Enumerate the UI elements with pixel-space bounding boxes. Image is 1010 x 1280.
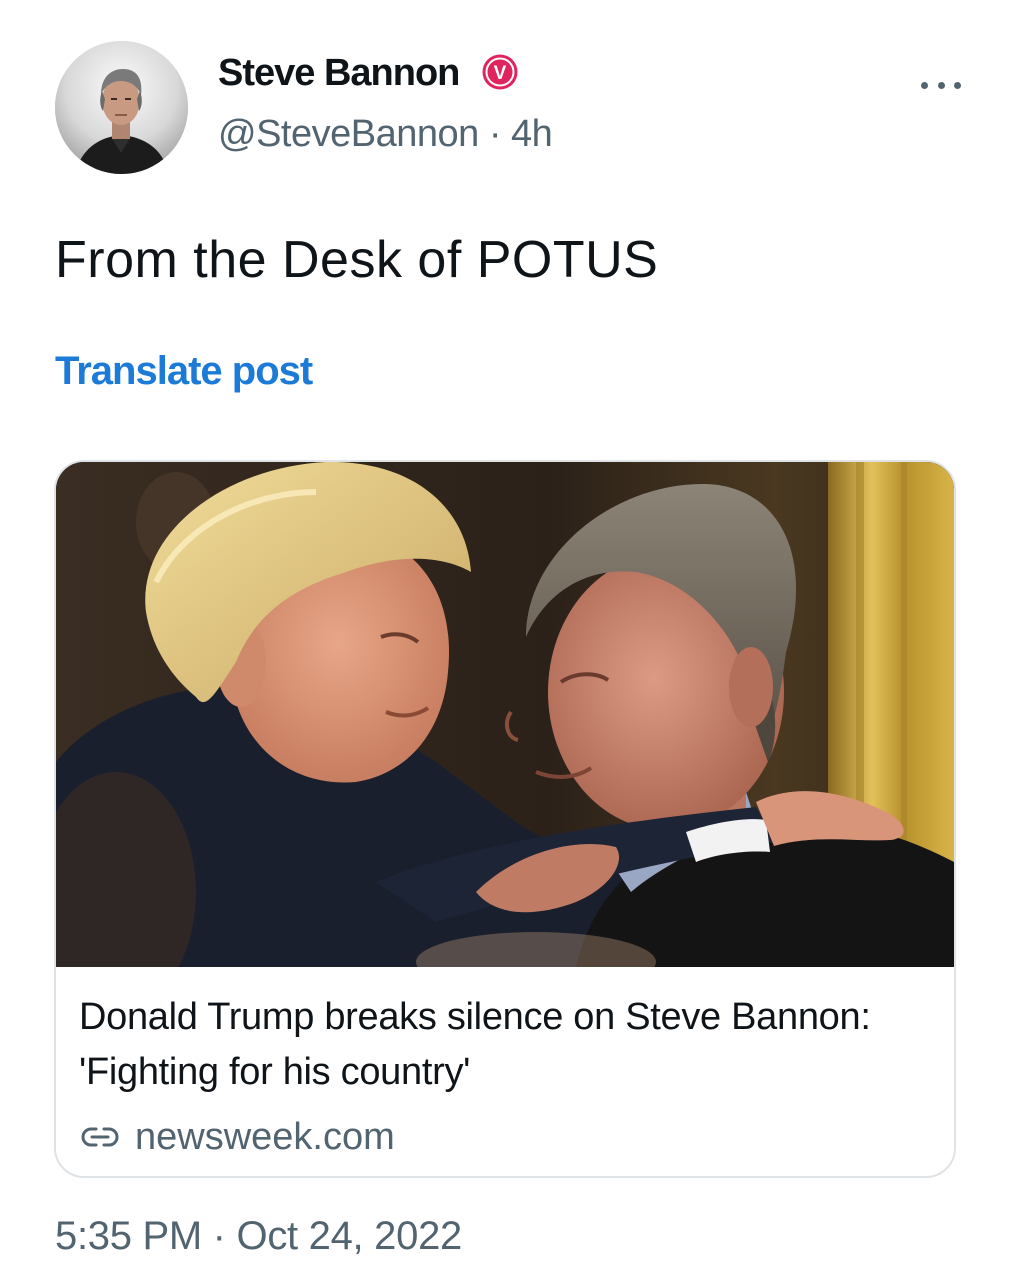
link-preview-domain-row[interactable]: newsweek.com [79,1116,395,1158]
author-handle-and-time[interactable]: @SteveBannon · 4h [218,111,553,157]
verified-badge-icon: V [482,54,518,90]
more-horizontal-icon [937,81,945,89]
post-text: From the Desk of POTUS [55,231,659,289]
author-display-name[interactable]: Steve Bannon [218,50,460,96]
more-horizontal-icon [921,81,928,89]
link-preview-domain: newsweek.com [135,1116,395,1158]
avatar-image [55,41,188,174]
verified-badge-letter: V [494,63,507,84]
post-timestamp[interactable]: 5:35 PM · Oct 24, 2022 [55,1211,462,1261]
more-horizontal-icon [954,81,961,89]
translate-post-link[interactable]: Translate post [55,346,313,396]
link-preview-image[interactable] [56,462,954,967]
link-preview-card[interactable]: Donald Trump breaks silence on Steve Ban… [54,460,956,1178]
more-options-button[interactable] [918,70,964,100]
avatar[interactable] [55,41,188,174]
link-preview-title[interactable]: Donald Trump breaks silence on Steve Ban… [79,990,929,1100]
link-icon [81,1127,119,1147]
